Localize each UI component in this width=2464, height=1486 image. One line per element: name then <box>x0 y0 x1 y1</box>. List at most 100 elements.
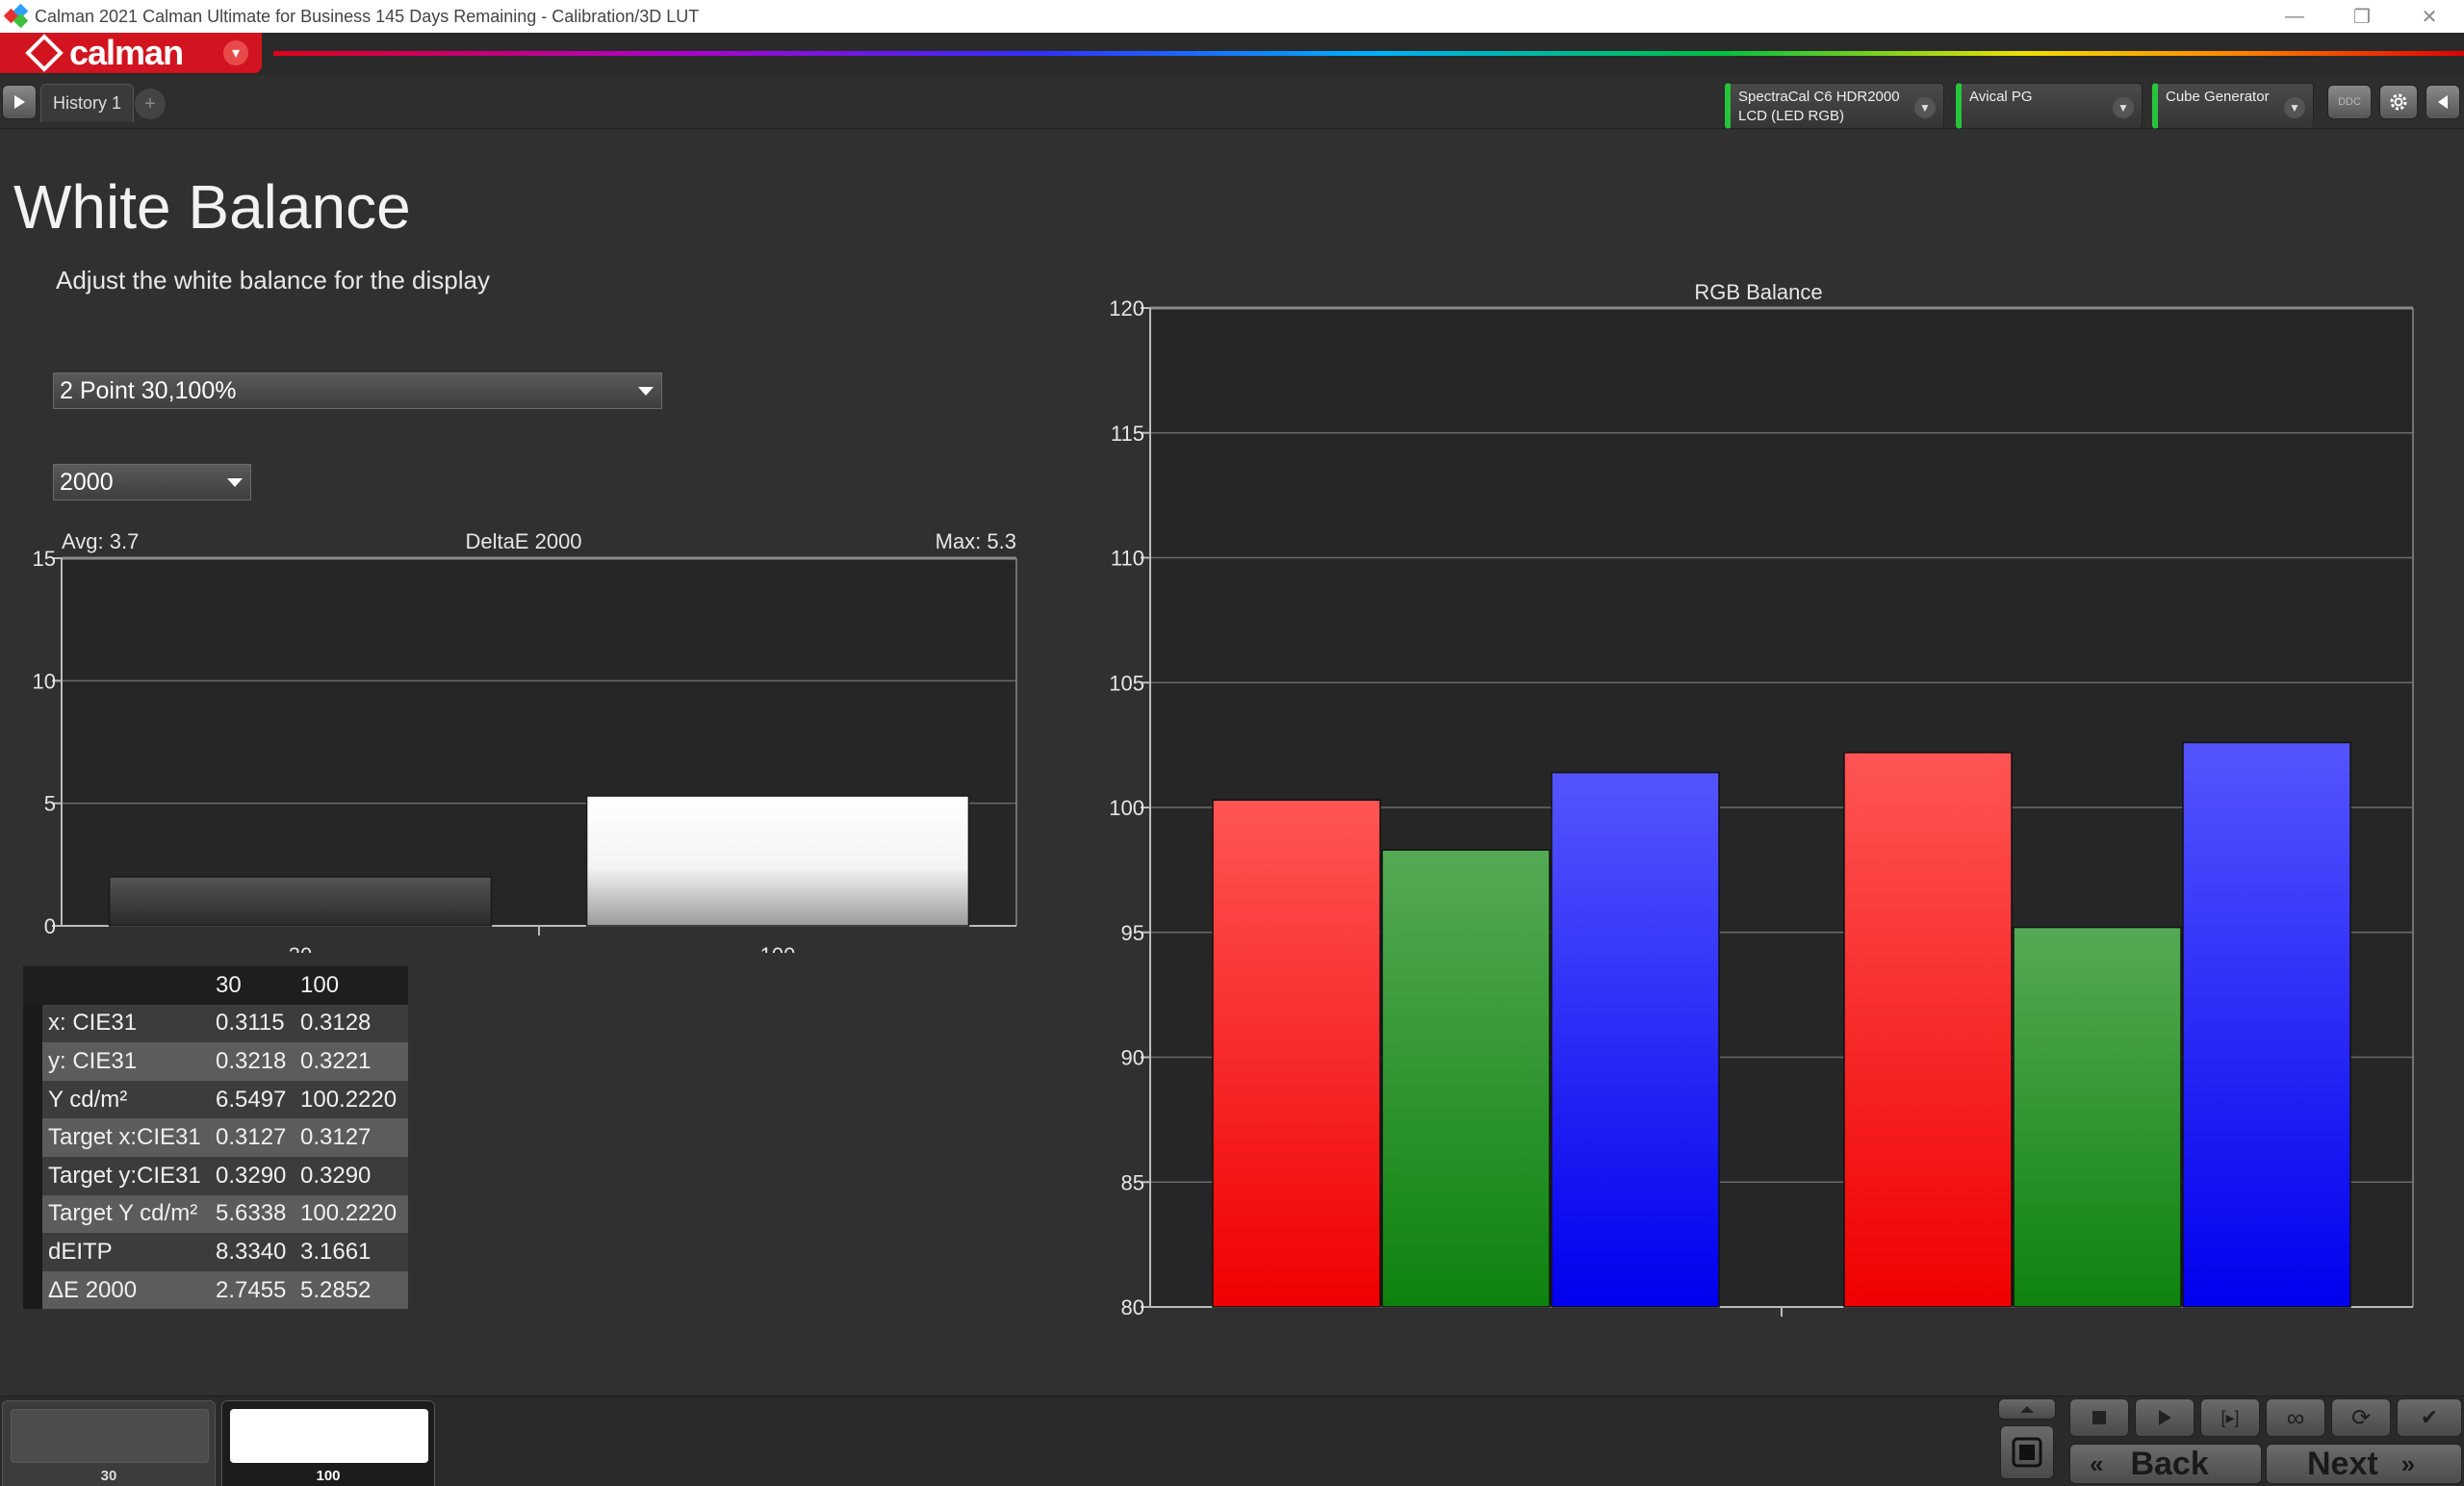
x-tick-label: 30 <box>1454 1317 1477 1319</box>
settings-button[interactable] <box>2379 85 2418 119</box>
table-row: Y cd/m² 6.5497 100.2220 <box>23 1080 408 1119</box>
table-cell: x: CIE31 <box>42 1004 216 1043</box>
ddc-icon: DDC <box>2338 96 2361 108</box>
back-button[interactable]: « Back <box>2069 1444 2262 1484</box>
read-series-button[interactable]: [▸] <box>2200 1398 2260 1437</box>
y-tick-label: 115 <box>1111 422 1144 446</box>
table-cell: 2.7455 <box>216 1270 300 1310</box>
meter-device-name: SpectraCal C6 HDR2000 <box>1738 89 1900 105</box>
next-button[interactable]: Next » <box>2266 1444 2462 1484</box>
table-cell: Target x:CIE31 <box>42 1118 216 1157</box>
table-row: Target x:CIE31 0.3127 0.3127 <box>23 1118 408 1157</box>
stop-button[interactable] <box>2069 1398 2129 1437</box>
dropdown-arrow-icon <box>638 387 654 396</box>
minimize-button[interactable]: — <box>2266 0 2323 33</box>
deltae-chart-title: DeltaE 2000 <box>465 529 581 553</box>
row-marker <box>23 1080 42 1119</box>
refresh-button[interactable]: ⟳ <box>2331 1398 2391 1437</box>
table-cell: Y cd/m² <box>42 1080 216 1119</box>
calman-logo[interactable]: calman ▾ <box>0 33 262 73</box>
table-cell: 0.3127 <box>300 1118 408 1157</box>
table-row: dEITP 8.3340 3.1661 <box>23 1233 408 1271</box>
calibration-mode-select[interactable]: 2 Point 30,100% <box>53 372 662 409</box>
expand-up-button[interactable] <box>1998 1398 2056 1420</box>
x-tick-label: 30 <box>289 943 312 953</box>
chevron-down-icon: ▼ <box>1914 97 1936 118</box>
table-cell: 0.3127 <box>216 1118 300 1157</box>
play-button[interactable] <box>2135 1398 2194 1437</box>
add-tab-button[interactable]: + <box>135 89 166 119</box>
restore-button[interactable]: ❐ <box>2333 0 2391 33</box>
brand-bar: calman ▾ <box>0 33 2464 75</box>
chevron-down-icon: ▼ <box>2284 97 2305 118</box>
double-chevron-right-icon: » <box>2400 1448 2416 1478</box>
ddc-button[interactable]: DDC <box>2327 85 2372 119</box>
rainbow-strip <box>273 51 2464 56</box>
calman-window: Calman 2021 Calman Ultimate for Business… <box>0 0 2464 1486</box>
chevron-up-icon <box>2020 1406 2034 1413</box>
y-tick-label: 0 <box>44 914 56 938</box>
confirm-button[interactable]: ✔ <box>2397 1398 2462 1437</box>
table-cell: 100.2220 <box>300 1194 408 1234</box>
rgb-balance-chart: RGB Balance 80 85 90 95 100 105 110 115 120 30 100 <box>1109 280 2414 1319</box>
measurement-table: 30 100 x: CIE31 0.3115 0.3128 y: CIE31 0.321… <box>23 966 408 1310</box>
source-device-selector[interactable]: Avical PG ▼ <box>1956 83 2143 129</box>
rgb-bar-blue-30 <box>1551 771 1720 1308</box>
row-marker <box>23 1156 42 1195</box>
swatch-tile-30[interactable]: 30 <box>2 1400 216 1486</box>
table-row: x: CIE31 0.3115 0.3128 <box>23 1004 408 1043</box>
refresh-icon: ⟳ <box>2350 1404 2372 1431</box>
rgb-chart-title: RGB Balance <box>1694 280 1822 304</box>
tab-history-label: History 1 <box>53 93 122 113</box>
y-tick-label: 5 <box>44 792 56 816</box>
close-button[interactable]: ✕ <box>2400 0 2458 33</box>
table-row: Target Y cd/m² 5.6338 100.2220 <box>23 1194 408 1234</box>
play-sidebar-button[interactable] <box>2 85 37 119</box>
continuous-read-button[interactable]: ∞ <box>2266 1398 2325 1437</box>
table-header-row: 30 100 <box>23 966 408 1005</box>
calibration-mode-value: 2 Point 30,100% <box>60 376 237 404</box>
y-tick-label: 85 <box>1121 1170 1144 1194</box>
y-tick-label: 120 <box>1109 296 1144 320</box>
table-cell: 0.3128 <box>300 1004 408 1043</box>
table-header-100: 100 <box>300 966 408 1005</box>
row-marker <box>23 1270 42 1310</box>
table-body: x: CIE31 0.3115 0.3128 y: CIE31 0.3218 0.3221… <box>23 1004 408 1310</box>
deltae-avg-label: Avg: 3.7 <box>62 529 139 553</box>
title-bar: Calman 2021 Calman Ultimate for Business… <box>0 0 2464 33</box>
row-marker <box>23 1194 42 1234</box>
x-tick-label: 100 <box>760 943 796 953</box>
page-title: White Balance <box>13 172 411 242</box>
tab-history-1[interactable]: History 1 <box>40 84 135 122</box>
row-marker <box>23 1004 42 1043</box>
deltae-formula-select[interactable]: 2000 <box>53 464 251 500</box>
dropdown-arrow-icon <box>227 478 243 487</box>
x-tick-label: 100 <box>2080 1317 2116 1319</box>
row-marker <box>23 1042 42 1081</box>
table-row: y: CIE31 0.3218 0.3221 <box>23 1042 408 1081</box>
checkmark-icon: ✔ <box>2420 1405 2439 1429</box>
infinity-icon: ∞ <box>2286 1402 2305 1432</box>
table-cell: Target y:CIE31 <box>42 1156 216 1195</box>
stop-icon <box>2012 1437 2042 1468</box>
swatch-label: 100 <box>316 1468 341 1484</box>
table-row: ΔE 2000 2.7455 5.2852 <box>23 1270 408 1310</box>
rgb-bar-green-30 <box>1381 849 1551 1308</box>
deltae-max-label: Max: 5.3 <box>936 529 1016 553</box>
collapse-panel-button[interactable] <box>2426 85 2460 119</box>
calman-diamond-icon <box>25 34 64 72</box>
back-label: Back <box>2130 1445 2209 1482</box>
table-cell: 3.1661 <box>300 1233 408 1271</box>
table-cell: 0.3115 <box>216 1004 300 1043</box>
source-device-name: Avical PG <box>1969 89 2033 105</box>
deltae-bar-100 <box>585 795 970 927</box>
meter-device-selector[interactable]: SpectraCal C6 HDR2000 LCD (LED RGB) ▼ <box>1725 83 1944 129</box>
double-chevron-left-icon: « <box>2090 1448 2104 1478</box>
display-device-selector[interactable]: Cube Generator ▼ <box>2152 83 2314 129</box>
table-cell: 0.3290 <box>216 1156 300 1195</box>
y-tick-label: 105 <box>1109 671 1144 695</box>
tab-bar: History 1 + SpectraCal C6 HDR2000 LCD (L… <box>0 75 2464 129</box>
swatch-tile-100[interactable]: 100 <box>221 1400 435 1486</box>
brand-menu-chevron-icon[interactable]: ▾ <box>223 40 248 65</box>
stop-measure-button[interactable] <box>2000 1425 2054 1479</box>
